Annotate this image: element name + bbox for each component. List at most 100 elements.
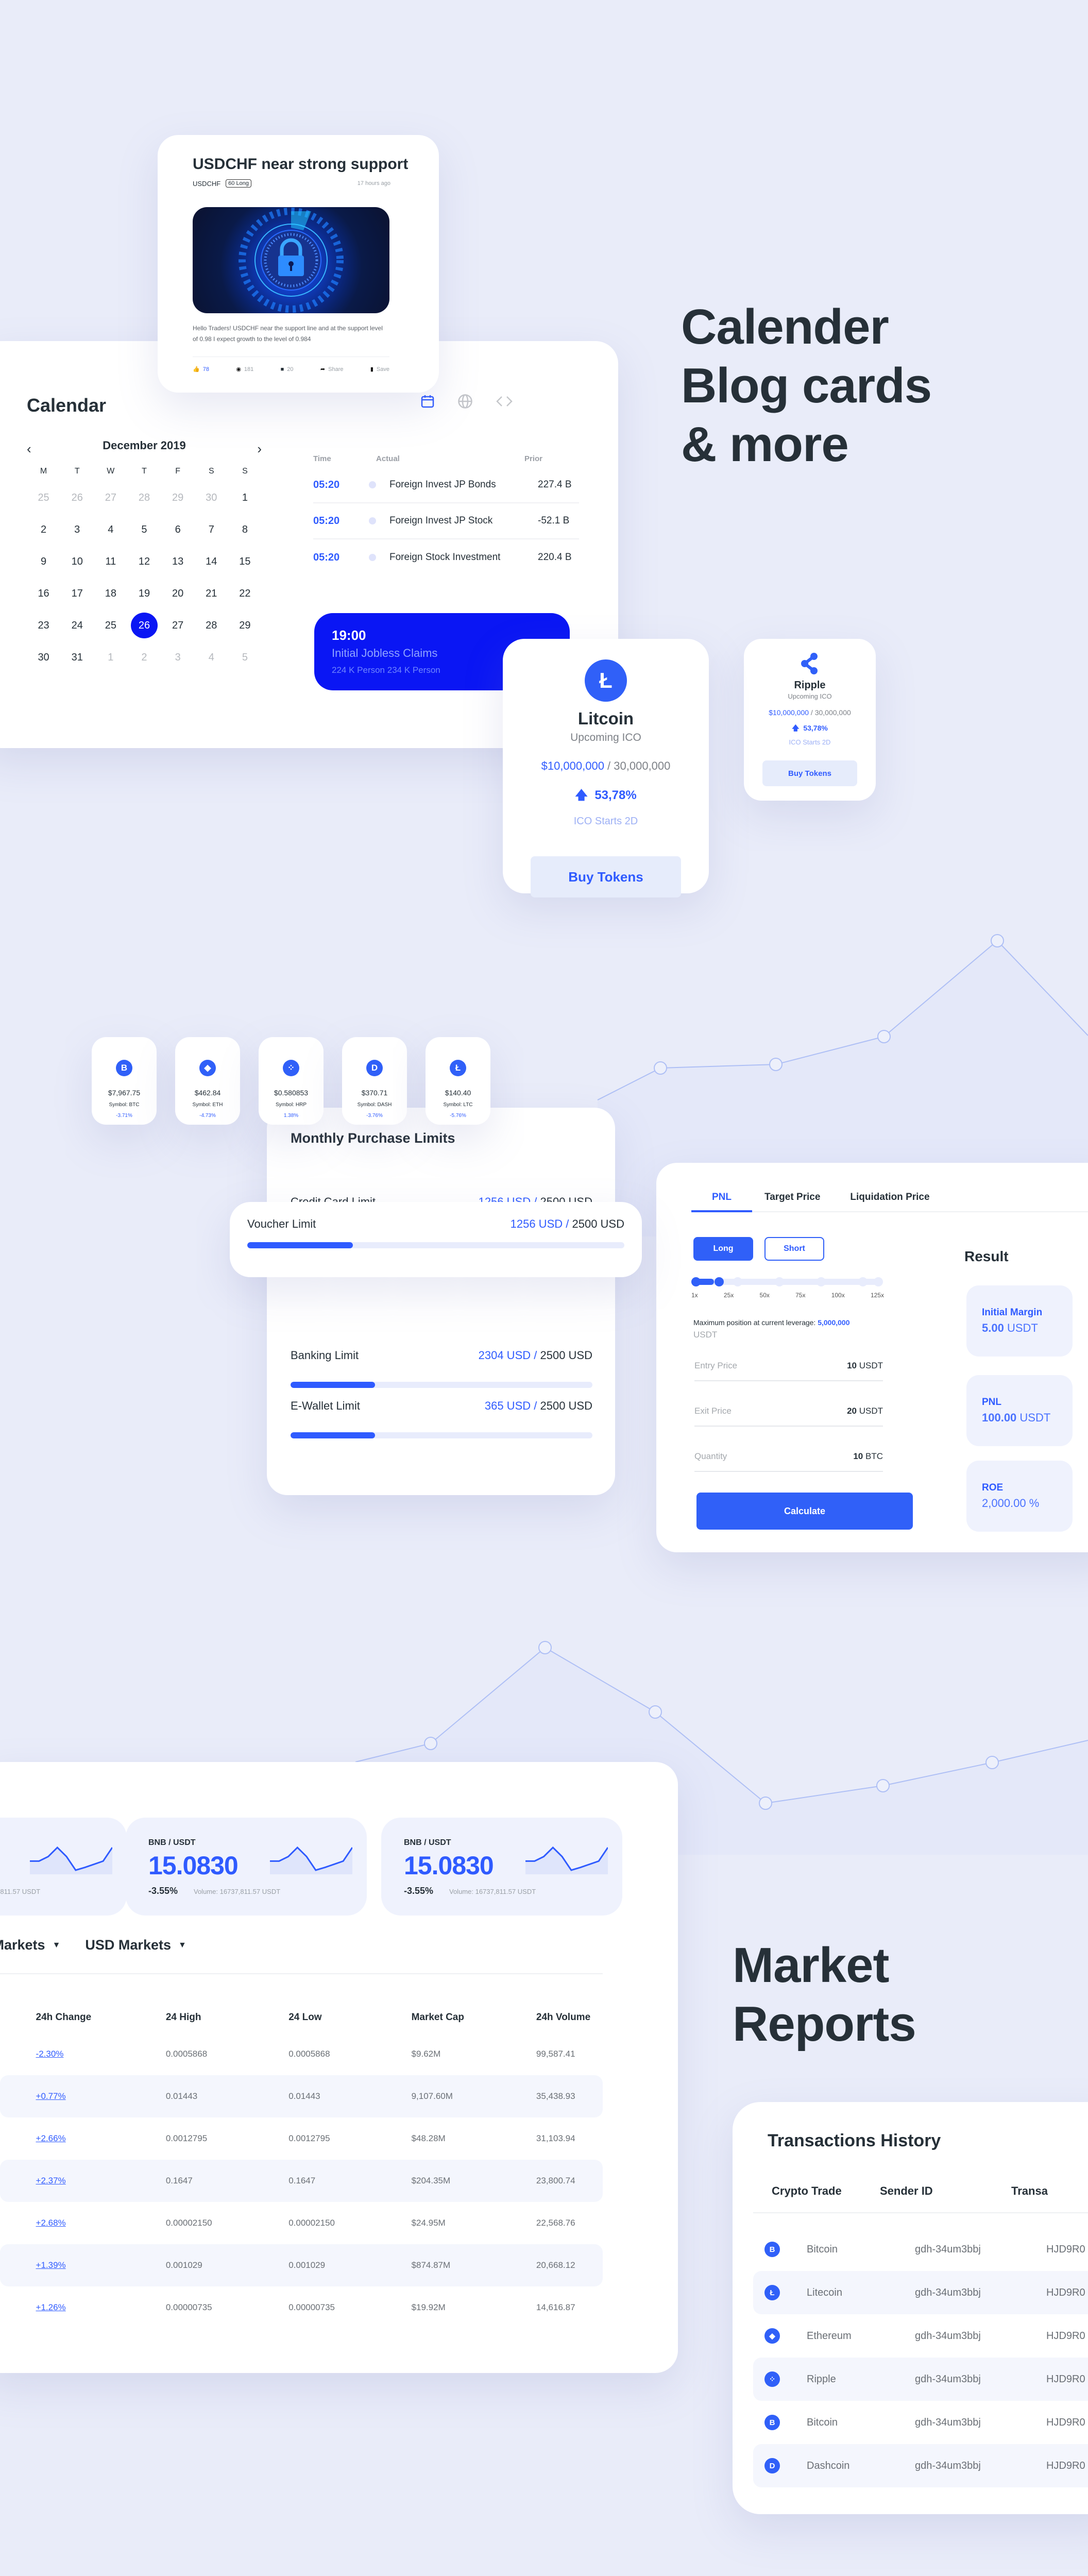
ticker-card[interactable]: BNB / USDT15.0830-3.55%Volume: 16737,811… — [126, 1818, 367, 1916]
transaction-row[interactable]: ◆ Ethereum gdh-34um3bbj HJD9R0 — [753, 2314, 1088, 2358]
table-row[interactable]: +2.68% 0.00002150 0.00002150 $24.95M 22,568.… — [0, 2202, 603, 2244]
long-button[interactable]: Long — [693, 1237, 753, 1261]
ticker-card[interactable]: BNB / USDT15.0830-3.55%Volume: 16737,811… — [0, 1818, 127, 1916]
calendar-day[interactable]: 19 — [127, 583, 161, 615]
comments-button[interactable]: ■ 20 — [281, 366, 294, 372]
transaction-row[interactable]: D Dashcoin gdh-34um3bbj HJD9R0 — [753, 2444, 1088, 2487]
calendar-day[interactable]: 25 — [27, 487, 60, 519]
like-button[interactable]: 👍 78 — [193, 366, 209, 373]
calendar-day[interactable]: 6 — [161, 519, 195, 551]
tab-target-price[interactable]: Target Price — [764, 1192, 820, 1211]
coin-card[interactable]: B $7,967.75 Symbol: BTC -3.71% — [92, 1037, 157, 1125]
event-row[interactable]: 05:20 Foreign Invest JP Bonds 227.4 B — [313, 467, 579, 503]
calendar-day[interactable]: 12 — [127, 551, 161, 583]
change-link[interactable]: +1.26% — [36, 2302, 166, 2313]
calculate-button[interactable]: Calculate — [696, 1493, 913, 1530]
coin-card[interactable]: Ł $140.40 Symbol: LTC -5.76% — [426, 1037, 490, 1125]
calendar-day[interactable]: 31 — [60, 647, 94, 679]
entry-price-field[interactable]: Entry Price 10 USDT — [694, 1361, 883, 1381]
change-link[interactable]: +1.39% — [36, 2260, 166, 2270]
calendar-day[interactable]: 22 — [228, 583, 262, 615]
calendar-day[interactable]: 13 — [161, 551, 195, 583]
slider-handle[interactable] — [715, 1277, 724, 1286]
table-row[interactable]: +2.37% 0.1647 0.1647 $204.35M 23,800.74 — [0, 2160, 603, 2202]
calendar-day-selected[interactable]: 26 — [127, 613, 161, 647]
calendar-day[interactable]: 24 — [60, 615, 94, 647]
calendar-day[interactable]: 18 — [94, 583, 127, 615]
calendar-day[interactable]: 1 — [228, 487, 262, 519]
change-link[interactable]: +2.68% — [36, 2218, 166, 2228]
ticker-card[interactable]: BNB / USDT15.0830-3.55%Volume: 16737,811… — [381, 1818, 622, 1916]
table-row[interactable]: +1.26% 0.00000735 0.00000735 $19.92M 14,616.… — [0, 2286, 603, 2329]
table-row[interactable]: +0.77% 0.01443 0.01443 9,107.60M 35,438.93 — [0, 2075, 603, 2117]
transaction-row[interactable]: Ł Litecoin gdh-34um3bbj HJD9R0 — [753, 2271, 1088, 2314]
globe-icon[interactable] — [457, 394, 473, 412]
change-link[interactable]: -2.30% — [36, 2049, 166, 2059]
transaction-row[interactable]: B Bitcoin gdh-34um3bbj HJD9R0 — [753, 2401, 1088, 2444]
buy-tokens-button[interactable]: Buy Tokens — [531, 856, 681, 897]
calendar-day[interactable]: 23 — [27, 615, 60, 647]
code-icon[interactable] — [496, 395, 513, 410]
event-name: Foreign Stock Investment — [389, 552, 501, 563]
coin-card[interactable]: ◆ $462.84 Symbol: ETH -4.73% — [175, 1037, 240, 1125]
calendar-day[interactable]: 1 — [94, 647, 127, 679]
calendar-day[interactable]: 29 — [228, 615, 262, 647]
chevron-right-icon[interactable]: › — [257, 441, 262, 457]
calendar-day[interactable]: 2 — [27, 519, 60, 551]
table-row[interactable]: +1.39% 0.001029 0.001029 $874.87M 20,668.12 — [0, 2244, 603, 2286]
quantity-field[interactable]: Quantity 10 BTC — [694, 1451, 883, 1472]
table-row[interactable]: +2.66% 0.0012795 0.0012795 $48.28M 31,103.94 — [0, 2117, 603, 2160]
calendar-day[interactable]: 25 — [94, 615, 127, 647]
change-link[interactable]: +0.77% — [36, 2091, 166, 2102]
calendar-day[interactable]: 28 — [195, 615, 228, 647]
coin-card[interactable]: ⁘ $0.580853 Symbol: HRP 1.38% — [259, 1037, 324, 1125]
transaction-row[interactable]: B Bitcoin gdh-34um3bbj HJD9R0 — [753, 2228, 1088, 2271]
blog-card[interactable]: USDCHF near strong support USDCHF 60 Lon… — [158, 135, 439, 393]
calendar-day[interactable]: 10 — [60, 551, 94, 583]
save-button[interactable]: ▮ Save — [370, 366, 389, 373]
event-row[interactable]: 05:20 Foreign Invest JP Stock -52.1 B — [313, 503, 579, 539]
calendar-day[interactable]: 20 — [161, 583, 195, 615]
buy-tokens-button[interactable]: Buy Tokens — [762, 760, 857, 786]
calendar-day[interactable]: 27 — [161, 615, 195, 647]
calendar-day[interactable]: 16 — [27, 583, 60, 615]
calendar-icon[interactable] — [420, 394, 435, 411]
leverage-slider[interactable] — [691, 1277, 883, 1286]
calendar-day[interactable]: 28 — [127, 487, 161, 519]
event-row[interactable]: 05:20 Foreign Stock Investment 220.4 B — [313, 539, 579, 575]
calendar-day[interactable]: 17 — [60, 583, 94, 615]
exit-price-field[interactable]: Exit Price 20 USDT — [694, 1406, 883, 1427]
calendar-day[interactable]: 8 — [228, 519, 262, 551]
calendar-day[interactable]: 3 — [161, 647, 195, 679]
calendar-day[interactable]: 5 — [228, 647, 262, 679]
chevron-left-icon[interactable]: ‹ — [27, 441, 31, 457]
tab-liquidation-price[interactable]: Liquidation Price — [850, 1192, 929, 1211]
calendar-day[interactable]: 2 — [127, 647, 161, 679]
calendar-day[interactable]: 15 — [228, 551, 262, 583]
change-link[interactable]: +2.37% — [36, 2176, 166, 2186]
coin-card[interactable]: D $370.71 Symbol: DASH -3.76% — [342, 1037, 407, 1125]
transaction-row[interactable]: ⁘ Ripple gdh-34um3bbj HJD9R0 — [753, 2358, 1088, 2401]
calendar-day[interactable]: 11 — [94, 551, 127, 583]
change-link[interactable]: +2.66% — [36, 2133, 166, 2144]
short-button[interactable]: Short — [764, 1237, 824, 1261]
calendar-day[interactable]: 30 — [27, 647, 60, 679]
calendar-day[interactable]: 3 — [60, 519, 94, 551]
calendar-day[interactable]: 21 — [195, 583, 228, 615]
share-button[interactable]: ➦ Share — [320, 366, 344, 373]
market-tab[interactable]: USD Markets ▼ — [85, 1937, 186, 1953]
calendar-day[interactable]: 27 — [94, 487, 127, 519]
tab-pnl[interactable]: PNL — [691, 1192, 752, 1212]
calendar-day[interactable]: 29 — [161, 487, 195, 519]
market-tab[interactable]: S Markets ▼ — [0, 1937, 60, 1953]
calendar-day[interactable]: 4 — [94, 519, 127, 551]
calendar-day[interactable]: 9 — [27, 551, 60, 583]
table-row[interactable]: -2.30% 0.0005868 0.0005868 $9.62M 99,587.41 — [0, 2033, 603, 2075]
calendar-day[interactable]: 26 — [60, 487, 94, 519]
calendar-day[interactable]: 7 — [195, 519, 228, 551]
table-cell: 23,800.74 — [536, 2176, 575, 2185]
calendar-day[interactable]: 5 — [127, 519, 161, 551]
calendar-day[interactable]: 30 — [195, 487, 228, 519]
calendar-day[interactable]: 14 — [195, 551, 228, 583]
calendar-day[interactable]: 4 — [195, 647, 228, 679]
